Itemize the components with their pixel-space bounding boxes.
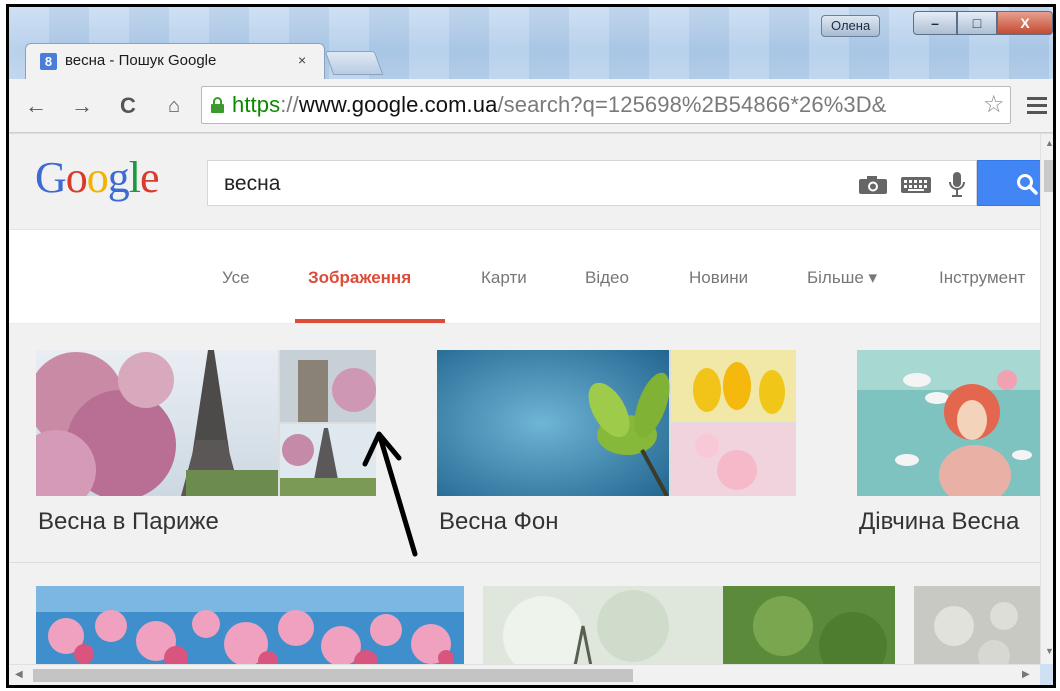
image-result-cherry-blossom[interactable]	[36, 586, 464, 664]
browser-toolbar: ← → C ⌂ https://www.google.com.ua/search…	[9, 79, 1053, 133]
keyboard-icon[interactable]	[901, 177, 931, 193]
lock-icon	[211, 97, 224, 113]
web-page: Google весна Усе Зображення Карти Відео …	[9, 134, 1040, 664]
image-collage-spring-girl[interactable]	[857, 350, 1040, 496]
new-tab-button[interactable]	[324, 51, 384, 75]
url-scheme: https	[232, 92, 281, 117]
white-blossom-tree-image	[483, 586, 895, 664]
image-collage-spring-background[interactable]	[437, 350, 796, 496]
results-row-divider	[9, 562, 1040, 563]
search-button[interactable]	[977, 160, 1040, 206]
image-result-white-blossom[interactable]	[483, 586, 895, 664]
logo-letter: G	[35, 153, 67, 202]
collage-label-spring-girl[interactable]: Дівчина Весна	[859, 508, 1019, 536]
close-icon: X	[1020, 15, 1030, 31]
image-collage-paris[interactable]	[36, 350, 376, 496]
google-favicon-icon: 8	[40, 53, 57, 70]
tab-close-icon[interactable]: ×	[298, 52, 306, 68]
scroll-down-icon[interactable]: ▼	[1045, 646, 1053, 656]
horizontal-scroll-thumb[interactable]	[33, 669, 633, 682]
browser-window: Олена – □ X 8 весна - Пошук Google × ← →…	[6, 4, 1056, 688]
tab-maps[interactable]: Карти	[481, 268, 527, 288]
vertical-scrollbar[interactable]: ▲ ▼	[1040, 134, 1053, 664]
scroll-right-icon[interactable]: ▶	[1022, 669, 1030, 680]
bookmark-star-icon[interactable]: ☆	[983, 91, 1005, 119]
url-separator: ://	[280, 92, 299, 117]
logo-letter: g	[107, 153, 130, 202]
bokeh-image	[914, 586, 1040, 664]
image-result-bokeh[interactable]	[914, 586, 1040, 664]
minimize-button[interactable]: –	[913, 11, 957, 35]
scroll-left-icon[interactable]: ◀	[15, 669, 23, 680]
search-icon	[1017, 174, 1038, 195]
back-button[interactable]: ←	[23, 93, 49, 119]
google-logo[interactable]: Google	[35, 152, 160, 203]
maximize-icon: □	[972, 15, 982, 31]
url-host: www.google.com.ua	[298, 92, 498, 117]
tab-news[interactable]: Новини	[689, 268, 748, 288]
logo-letter: l	[128, 153, 141, 202]
tab-more[interactable]: Більше ▾	[807, 268, 877, 288]
url-path: /search?q=125698%2B54866*26%3D&	[497, 92, 887, 117]
browser-menu-icon[interactable]	[1027, 93, 1047, 118]
logo-letter: o	[65, 153, 88, 202]
annotation-arrow	[362, 431, 418, 557]
close-window-button[interactable]: X	[997, 11, 1053, 35]
url-text: https://www.google.com.ua/search?q=12569…	[232, 92, 886, 118]
google-header: Google весна	[9, 134, 1040, 230]
cherry-blossom-image	[36, 586, 464, 664]
active-tab-indicator	[295, 319, 445, 323]
address-bar[interactable]: https://www.google.com.ua/search?q=12569…	[201, 86, 1011, 124]
tab-all[interactable]: Усе	[222, 268, 250, 288]
scroll-up-icon[interactable]: ▲	[1045, 138, 1053, 148]
search-query-text: весна	[224, 172, 281, 195]
forward-button[interactable]: →	[69, 93, 95, 119]
tab-title: весна - Пошук Google	[65, 52, 217, 69]
logo-letter: e	[140, 153, 160, 202]
browser-tab-active[interactable]: 8 весна - Пошук Google ×	[25, 43, 325, 79]
vertical-scroll-thumb[interactable]	[1044, 160, 1053, 192]
image-results: Весна в Париже Весна Фон Дівчина Весна	[9, 324, 1040, 664]
user-profile-button[interactable]: Олена	[821, 15, 881, 37]
paris-spring-image	[36, 350, 376, 496]
tab-tools[interactable]: Інструмент	[939, 268, 1025, 288]
tab-images[interactable]: Зображення	[308, 268, 411, 288]
reload-button[interactable]: C	[115, 93, 141, 119]
collage-label-spring-background[interactable]: Весна Фон	[439, 508, 558, 536]
horizontal-scrollbar[interactable]: ◀ ▶	[9, 664, 1040, 685]
search-input[interactable]: весна	[207, 160, 977, 206]
camera-icon[interactable]	[858, 175, 888, 195]
maximize-button[interactable]: □	[957, 11, 997, 35]
spring-background-image	[437, 350, 796, 496]
search-type-tabs: Усе Зображення Карти Відео Новини Більше…	[9, 230, 1040, 324]
home-button[interactable]: ⌂	[161, 93, 187, 119]
spring-girl-painting	[857, 350, 1040, 496]
logo-letter: o	[86, 153, 109, 202]
collage-label-paris[interactable]: Весна в Париже	[38, 508, 219, 536]
minimize-icon: –	[931, 15, 939, 31]
tab-video[interactable]: Відео	[585, 268, 629, 288]
title-bar: Олена – □ X 8 весна - Пошук Google ×	[9, 7, 1053, 79]
microphone-icon[interactable]	[948, 171, 966, 199]
